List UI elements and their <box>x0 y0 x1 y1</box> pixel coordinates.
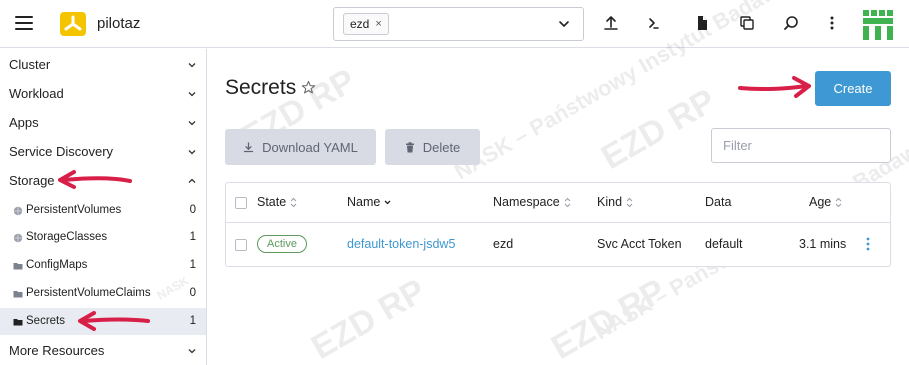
sort-icon <box>290 197 297 207</box>
sidebar-group-label: Storage <box>9 173 55 188</box>
more-icon[interactable] <box>821 12 843 34</box>
sidebar-item-label: PersistentVolumeClaims <box>26 287 151 299</box>
file-icon[interactable] <box>691 12 713 34</box>
watermark-text: EZD RP <box>545 272 672 365</box>
select-all-checkbox[interactable] <box>235 197 247 209</box>
column-header-label: Data <box>705 195 732 209</box>
secret-name-link[interactable]: default-token-jsdw5 <box>347 237 455 251</box>
sidebar-item-secrets[interactable]: Secrets 1 <box>0 308 206 335</box>
chip-remove-icon[interactable]: × <box>375 18 381 30</box>
chevron-up-icon <box>188 178 196 183</box>
copy-icon[interactable] <box>736 12 758 34</box>
sidebar-group-cluster[interactable]: Cluster <box>0 50 206 79</box>
column-header-kind[interactable]: Kind <box>597 195 633 209</box>
hamburger-icon[interactable] <box>15 16 33 30</box>
sidebar-item-label: ConfigMaps <box>26 259 88 271</box>
download-icon <box>244 141 254 152</box>
sort-icon <box>835 197 842 207</box>
folder-icon <box>13 263 23 270</box>
sort-icon <box>564 197 571 207</box>
sidebar-item-count: 1 <box>189 259 196 271</box>
terminal-icon[interactable] <box>643 12 665 34</box>
column-header-label: State <box>257 195 287 209</box>
folder-icon <box>13 319 23 326</box>
cell-namespace: ezd <box>493 237 514 251</box>
column-header-label: Kind <box>597 195 623 209</box>
sidebar-group-service-discovery[interactable]: Service Discovery <box>0 137 206 166</box>
chevron-down-icon[interactable] <box>557 17 571 31</box>
column-header-label: Namespace <box>493 195 560 209</box>
chevron-down-icon <box>188 63 196 68</box>
table-header: State Name Namespace Kind Data Age <box>226 183 890 223</box>
download-yaml-label: Download YAML <box>262 139 358 155</box>
sort-down-icon <box>384 200 391 204</box>
namespace-chip: ezd × <box>343 13 389 35</box>
column-header-age[interactable]: Age <box>809 195 842 209</box>
sidebar-group-label: Service Discovery <box>9 144 114 159</box>
sidebar-item-count: 1 <box>189 315 196 327</box>
column-header-name[interactable]: Name <box>347 195 391 209</box>
cell-age: 3.1 mins <box>799 237 847 251</box>
chevron-down-icon <box>188 349 196 354</box>
sidebar-item-count: 1 <box>189 231 196 243</box>
sidebar-group-label: More Resources <box>9 343 105 358</box>
sidebar-item-persistentvolumeclaims[interactable]: PersistentVolumeClaims 0 <box>0 280 206 307</box>
folder-icon <box>13 291 23 298</box>
filter-input[interactable] <box>711 128 891 163</box>
trash-icon <box>405 141 414 152</box>
sidebar-group-apps[interactable]: Apps <box>0 108 206 137</box>
watermark-text: EZD RP <box>305 272 432 365</box>
annotation-arrow-create <box>738 76 811 98</box>
chevron-down-icon <box>188 150 196 155</box>
namespace-chip-label: ezd <box>350 17 370 31</box>
globe-icon <box>13 233 23 243</box>
column-header-label: Age <box>809 195 832 209</box>
sort-icon <box>626 197 633 207</box>
cell-data: default <box>705 237 743 251</box>
chevron-down-icon <box>188 121 196 126</box>
chevron-down-icon <box>188 92 196 97</box>
column-header-state[interactable]: State <box>257 195 297 209</box>
sidebar-group-label: Workload <box>9 86 64 101</box>
delete-button[interactable]: Delete <box>385 129 480 165</box>
sidebar-nav: Cluster Workload Apps Service Discovery … <box>0 49 207 365</box>
globe-icon <box>13 206 23 216</box>
sidebar-item-count: 0 <box>189 287 196 299</box>
secrets-table: State Name Namespace Kind Data Age Activ… <box>225 182 891 267</box>
sidebar-item-label: PersistentVolumes <box>26 204 122 216</box>
cluster-logo-icon[interactable] <box>59 11 87 37</box>
column-header-label: Name <box>347 195 381 209</box>
sidebar-group-more-resources[interactable]: More Resources <box>0 336 206 365</box>
sidebar-item-count: 0 <box>189 204 196 216</box>
search-icon[interactable] <box>780 12 802 34</box>
watermark-text: EZD RP <box>595 82 722 177</box>
sidebar-group-workload[interactable]: Workload <box>0 79 206 108</box>
upload-icon[interactable] <box>600 12 622 34</box>
sidebar-item-label: Secrets <box>26 315 65 327</box>
sidebar-item-storageclasses[interactable]: StorageClasses 1 <box>0 224 206 251</box>
download-yaml-button[interactable]: Download YAML <box>225 129 376 165</box>
sidebar-item-persistentvolumes[interactable]: PersistentVolumes 0 <box>0 197 206 224</box>
star-icon[interactable] <box>301 80 316 95</box>
row-actions-icon[interactable] <box>865 236 871 252</box>
page-title: Secrets <box>225 76 297 99</box>
top-header: pilotaz ezd × <box>0 0 909 48</box>
column-header-data: Data <box>705 195 731 209</box>
row-checkbox[interactable] <box>235 239 247 251</box>
cluster-name[interactable]: pilotaz <box>97 15 140 32</box>
sidebar-group-storage[interactable]: Storage <box>0 166 206 195</box>
cell-kind: Svc Acct Token <box>597 237 682 251</box>
sidebar-item-configmaps[interactable]: ConfigMaps 1 <box>0 252 206 279</box>
status-badge: Active <box>257 235 307 253</box>
column-header-namespace[interactable]: Namespace <box>493 195 571 209</box>
delete-label: Delete <box>422 139 461 155</box>
brand-logo <box>863 10 893 40</box>
sidebar-item-label: StorageClasses <box>26 231 108 243</box>
sidebar-group-label: Cluster <box>9 57 51 72</box>
sidebar-group-label: Apps <box>9 115 39 130</box>
namespace-select[interactable]: ezd × <box>333 7 584 41</box>
create-button[interactable]: Create <box>815 71 891 106</box>
